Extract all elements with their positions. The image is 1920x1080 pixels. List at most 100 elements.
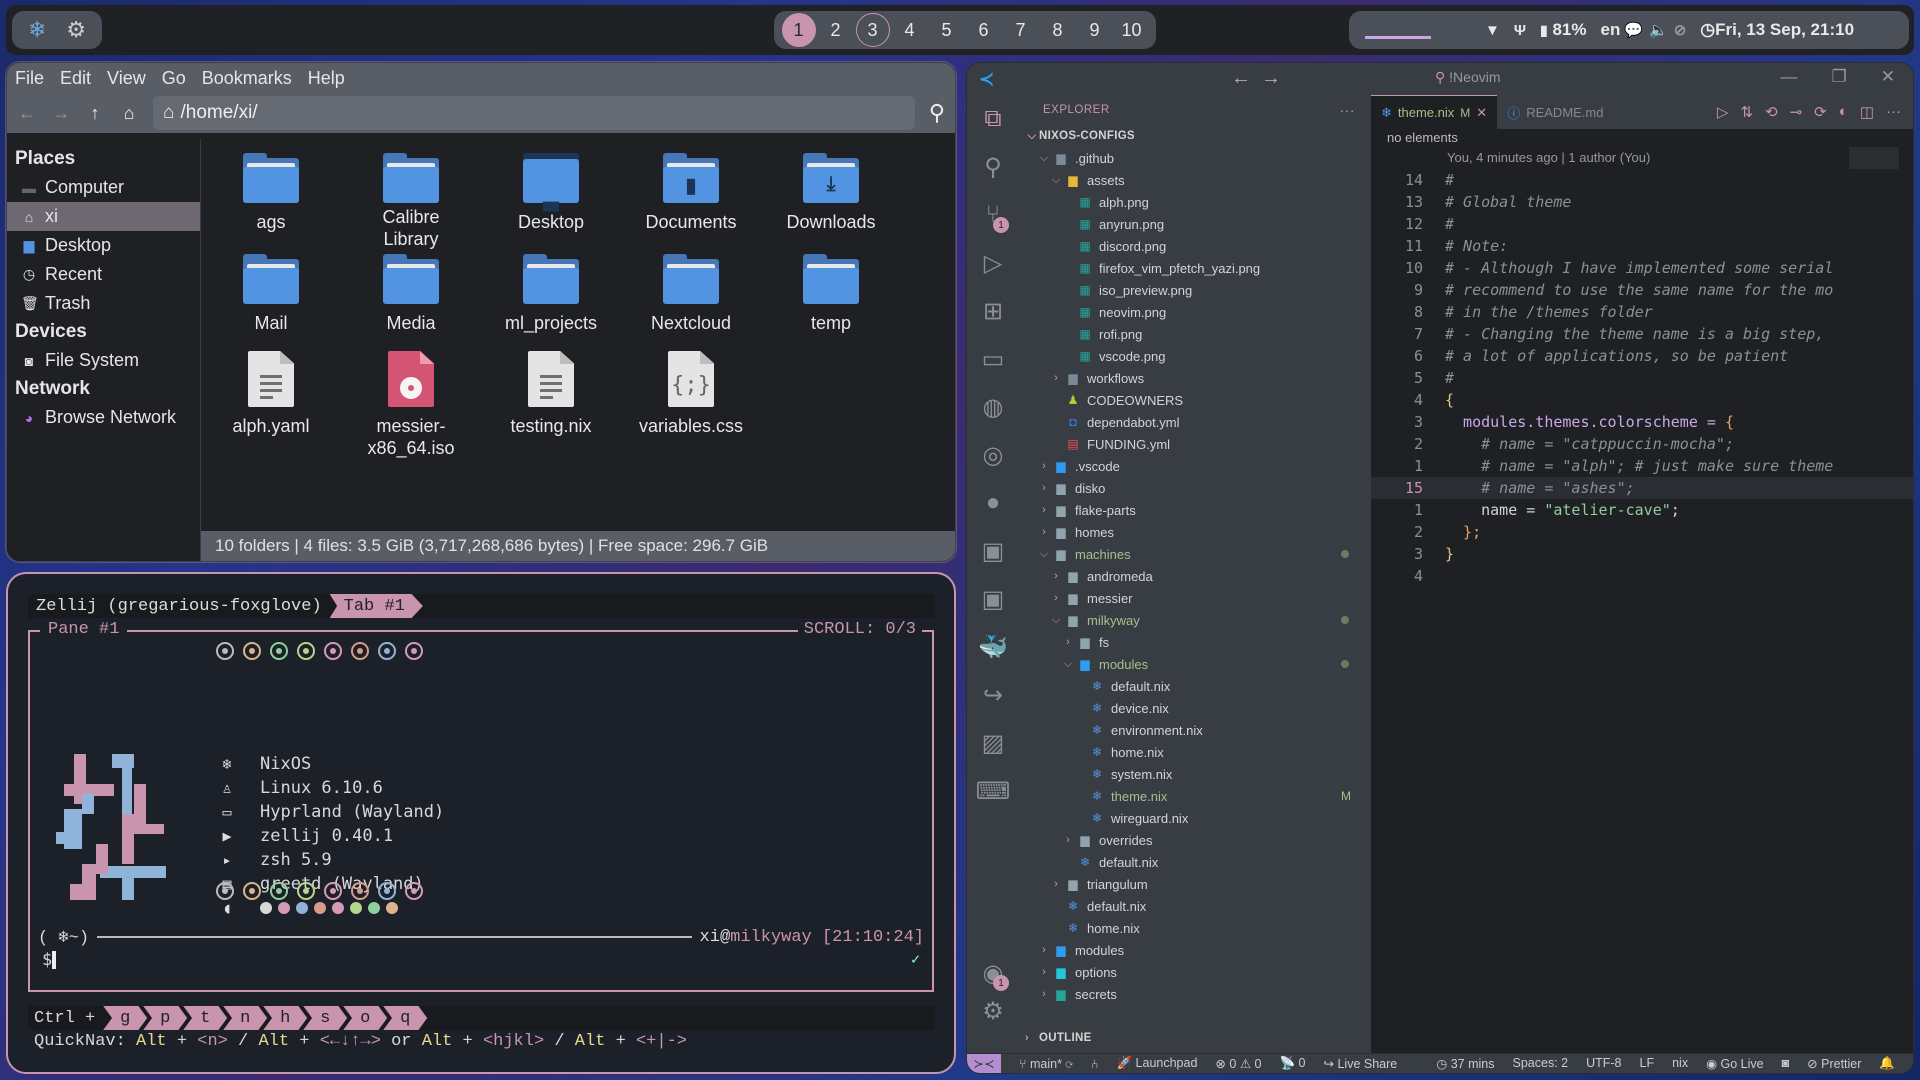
gitlens-icon[interactable]: ◎ xyxy=(967,431,1019,479)
file-item[interactable]: Media xyxy=(341,250,481,351)
chat-icon[interactable]: ⌨ xyxy=(967,767,1019,815)
previous-change-icon[interactable]: ⟲ xyxy=(1765,103,1778,121)
tree-item[interactable]: › ▆ options xyxy=(1019,961,1371,983)
tree-item[interactable]: ❄ default.nix xyxy=(1019,675,1371,697)
copilot-icon[interactable]: ◙ xyxy=(1782,1056,1790,1071)
tree-item[interactable]: ⌵ ▆ .github xyxy=(1019,147,1371,169)
remote-indicator-icon[interactable]: ≻≺ xyxy=(967,1053,1001,1073)
sidebar-item-trash[interactable]: 🗑 Trash xyxy=(7,289,200,318)
terminal-window[interactable]: Zellij (gregarious-foxglove) Tab #1 Pane… xyxy=(6,572,956,1074)
pane[interactable]: Pane #1 SCROLL: 0/3 ❄ NixOS ♙ Linux 6.10.6 ▭… xyxy=(28,620,934,992)
run-icon[interactable]: ▷ xyxy=(1717,103,1729,121)
search-icon[interactable]: ⚲ xyxy=(929,100,945,126)
file-item[interactable]: ml_projects xyxy=(481,250,621,351)
workspace-7[interactable]: 7 xyxy=(1002,13,1039,47)
next-change-icon[interactable]: ⟳ xyxy=(1814,103,1827,121)
workspace-8[interactable]: 8 xyxy=(1039,13,1076,47)
tree-root[interactable]: ⌵ NIXOS-CONFIGS xyxy=(1019,125,1371,147)
tree-item[interactable]: ⌵ ▆ assets xyxy=(1019,169,1371,191)
minimap[interactable] xyxy=(1849,147,1899,169)
tree-item[interactable]: ▦ firefox_vim_pfetch_yazi.png xyxy=(1019,257,1371,279)
tree-item[interactable]: ▦ neovim.png xyxy=(1019,301,1371,323)
workspace-1[interactable]: 1 xyxy=(780,13,817,47)
tree-item[interactable]: ❄ environment.nix xyxy=(1019,719,1371,741)
tree-item[interactable]: ▦ anyrun.png xyxy=(1019,213,1371,235)
tree-item[interactable]: › ▆ workflows xyxy=(1019,367,1371,389)
tab-1[interactable]: Tab #1 xyxy=(329,594,423,618)
up-button[interactable]: ↑ xyxy=(85,103,105,124)
workspace-10[interactable]: 10 xyxy=(1113,13,1150,47)
volume-icon[interactable]: 🔈 xyxy=(1649,21,1668,39)
tree-item[interactable]: › ▆ modules xyxy=(1019,939,1371,961)
file-item[interactable]: messier-x86_64.iso xyxy=(341,351,481,471)
tree-item[interactable]: › ▆ overrides xyxy=(1019,829,1371,851)
notification-icon[interactable]: 💬 xyxy=(1624,21,1643,39)
nixos-logo-icon[interactable]: ❄ xyxy=(28,19,46,41)
forward-arrow-icon[interactable]: → xyxy=(1261,67,1291,89)
workspace-2[interactable]: 2 xyxy=(817,13,854,47)
file-item[interactable]: testing.nix xyxy=(481,351,621,471)
run-debug-icon[interactable]: ▷ xyxy=(967,239,1019,287)
tree-item[interactable]: ▦ alph.png xyxy=(1019,191,1371,213)
language-mode[interactable]: nix xyxy=(1672,1056,1688,1071)
problems-status[interactable]: ⊗ 0 ⚠ 0 xyxy=(1215,1056,1261,1071)
restore-icon[interactable]: ❐ xyxy=(1832,67,1847,87)
section-outline[interactable]: › OUTLINE xyxy=(1019,1027,1371,1049)
minimize-icon[interactable]: — xyxy=(1781,67,1798,87)
tree-item[interactable]: › ▆ .vscode xyxy=(1019,455,1371,477)
tree-item[interactable]: ⌵ ▆ modules xyxy=(1019,653,1371,675)
keybind-o[interactable]: o xyxy=(343,1006,388,1030)
github-icon[interactable]: ● xyxy=(967,479,1019,527)
tree-item[interactable]: ▦ iso_preview.png xyxy=(1019,279,1371,301)
keybind-s[interactable]: s xyxy=(303,1006,348,1030)
file-item[interactable]: ags xyxy=(201,149,341,250)
close-icon[interactable]: ✕ xyxy=(1881,67,1895,87)
git-blame-lens[interactable]: You, 4 minutes ago | 1 author (You) xyxy=(1371,147,1913,169)
git-graph-icon[interactable]: ◍ xyxy=(967,383,1019,431)
more-actions-icon[interactable]: ··· xyxy=(1340,102,1356,118)
tree-item[interactable]: ❄ home.nix xyxy=(1019,917,1371,939)
tree-item[interactable]: ▦ vscode.png xyxy=(1019,345,1371,367)
keybind-n[interactable]: n xyxy=(223,1006,268,1030)
tree-item[interactable]: ▦ rofi.png xyxy=(1019,323,1371,345)
git-graph-status-icon[interactable]: ⑃ xyxy=(1091,1057,1099,1071)
menu-file[interactable]: File xyxy=(15,68,44,89)
keybind-h[interactable]: h xyxy=(263,1006,308,1030)
command-input[interactable]: $ xyxy=(42,950,57,970)
time-tracker[interactable]: ◷ 37 mins xyxy=(1436,1056,1494,1071)
docker-icon[interactable]: 🐳 xyxy=(967,623,1019,671)
command-center[interactable]: ⚲ !Neovim xyxy=(1435,69,1501,86)
menu-bookmarks[interactable]: Bookmarks xyxy=(202,68,292,89)
file-item[interactable]: Nextcloud xyxy=(621,250,761,351)
tree-item[interactable]: ⌵ ▆ machines xyxy=(1019,543,1371,565)
wifi-icon[interactable]: ▼ xyxy=(1485,22,1500,39)
eol-status[interactable]: LF xyxy=(1640,1056,1655,1071)
tree-item[interactable]: › ▆ homes xyxy=(1019,521,1371,543)
tree-item[interactable]: ▤ FUNDING.yml xyxy=(1019,433,1371,455)
file-item[interactable]: {;} variables.css xyxy=(621,351,761,471)
file-item[interactable]: Mail xyxy=(201,250,341,351)
tree-item[interactable]: ❄ default.nix xyxy=(1019,895,1371,917)
location-bar[interactable]: ⌂ /home/xi/ xyxy=(153,96,915,130)
file-item[interactable]: ▮ Documents xyxy=(621,149,761,250)
notifications-bell-icon[interactable]: 🔔 xyxy=(1879,1056,1895,1071)
source-control-icon[interactable]: ⑂ 1 xyxy=(967,191,1019,239)
close-tab-icon[interactable]: ✕ xyxy=(1476,105,1487,121)
tree-item[interactable]: ⌵ ▆ milkyway xyxy=(1019,609,1371,631)
sidebar-item-browse-network[interactable]: ◕ Browse Network xyxy=(7,403,200,432)
tree-item[interactable]: ❄ home.nix xyxy=(1019,741,1371,763)
terraform-icon[interactable]: ▣ xyxy=(967,527,1019,575)
tree-item[interactable]: ❄ device.nix xyxy=(1019,697,1371,719)
usb-icon[interactable]: Ψ xyxy=(1514,22,1526,39)
tree-item[interactable]: › ▆ triangulum xyxy=(1019,873,1371,895)
workspace-6[interactable]: 6 xyxy=(965,13,1002,47)
sidebar-item-desktop[interactable]: ▆ Desktop xyxy=(7,231,200,260)
forward-button[interactable]: → xyxy=(51,103,71,124)
menu-help[interactable]: Help xyxy=(308,68,345,89)
tree-item[interactable]: › ▆ secrets xyxy=(1019,983,1371,1005)
keybind-t[interactable]: t xyxy=(183,1006,228,1030)
tree-item[interactable]: ❄ default.nix xyxy=(1019,851,1371,873)
keybind-q[interactable]: q xyxy=(383,1006,428,1030)
workspace-4[interactable]: 4 xyxy=(891,13,928,47)
menu-go[interactable]: Go xyxy=(162,68,186,89)
